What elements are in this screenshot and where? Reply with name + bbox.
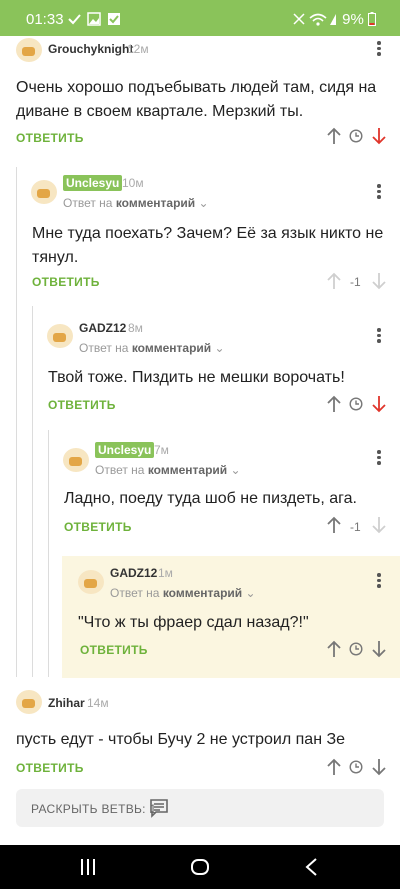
avatar[interactable] bbox=[16, 38, 42, 62]
chevron-down-icon: ⌄ bbox=[214, 341, 225, 355]
battery-percent: 9% bbox=[342, 11, 364, 28]
downvote-icon[interactable] bbox=[372, 272, 386, 290]
downvote-icon[interactable] bbox=[372, 758, 386, 776]
upvote-icon[interactable] bbox=[327, 640, 341, 658]
reply-button[interactable]: ОТВЕТИТЬ bbox=[64, 520, 132, 534]
comment-time: 8м bbox=[128, 321, 143, 335]
chevron-down-icon: ⌄ bbox=[230, 463, 241, 477]
comment-author[interactable]: Zhihar bbox=[48, 696, 85, 710]
more-options-icon[interactable] bbox=[376, 573, 382, 589]
more-options-icon[interactable] bbox=[376, 450, 382, 466]
comment-text: Ладно, поеду туда шоб не пиздеть, ага. bbox=[64, 490, 357, 507]
reply-button[interactable]: ОТВЕТИТЬ bbox=[32, 275, 100, 289]
avatar[interactable] bbox=[63, 448, 89, 472]
comment-author[interactable]: Grouchyknight bbox=[48, 42, 133, 56]
comment-text: Очень хорошо подъебывать людей там, сидя… bbox=[16, 79, 377, 120]
comment-1: Grouchyknight 12м Очень хорошо подъебыва… bbox=[0, 36, 400, 156]
recent-apps-icon[interactable] bbox=[80, 858, 96, 876]
comment-time: 1м bbox=[158, 566, 173, 580]
status-right: 9% bbox=[292, 11, 376, 28]
clock-icon[interactable] bbox=[349, 760, 363, 774]
score-value: -1 bbox=[350, 520, 361, 534]
comment-3: GADZ12 8м Ответ на комментарий ⌄ Твой то… bbox=[0, 314, 400, 424]
notification-icon-row bbox=[68, 12, 120, 26]
reply-button[interactable]: ОТВЕТИТЬ bbox=[80, 643, 148, 657]
avatar[interactable] bbox=[47, 324, 73, 348]
comment-author[interactable]: Unclesyu bbox=[63, 175, 123, 191]
reply-to-line[interactable]: Ответ на комментарий ⌄ bbox=[95, 463, 241, 477]
score-value: -1 bbox=[350, 275, 361, 289]
downvote-icon[interactable] bbox=[372, 516, 386, 534]
reply-button[interactable]: ОТВЕТИТЬ bbox=[48, 398, 116, 412]
downvote-icon[interactable] bbox=[372, 640, 386, 658]
signal-wifi-icon bbox=[293, 13, 336, 26]
comment-2: Unclesyu 10м Ответ на комментарий ⌄ Мне … bbox=[0, 168, 400, 298]
reply-button[interactable]: ОТВЕТИТЬ bbox=[16, 131, 84, 145]
battery-icon bbox=[368, 12, 376, 26]
more-options-icon[interactable] bbox=[376, 184, 382, 200]
comment-time: 14м bbox=[87, 696, 109, 710]
comment-text: "Что ж ты фраер сдал назад?!" bbox=[78, 614, 309, 631]
clock-icon[interactable] bbox=[349, 397, 363, 411]
upvote-icon[interactable] bbox=[327, 272, 341, 290]
status-time: 01:33 bbox=[26, 11, 64, 28]
home-icon[interactable] bbox=[190, 857, 210, 877]
downvote-icon[interactable] bbox=[372, 127, 386, 145]
upvote-icon[interactable] bbox=[327, 395, 341, 413]
comment-text: пусть едут - чтобы Бучу 2 не устроил пан… bbox=[16, 731, 346, 748]
downvote-icon[interactable] bbox=[372, 395, 386, 413]
comment-author[interactable]: Unclesyu bbox=[95, 442, 155, 458]
avatar[interactable] bbox=[31, 180, 57, 204]
comment-time: 10м bbox=[122, 176, 144, 190]
system-nav-bar bbox=[0, 845, 400, 889]
chevron-down-icon: ⌄ bbox=[198, 196, 209, 210]
reply-to-line[interactable]: Ответ на комментарий ⌄ bbox=[63, 196, 209, 210]
clock-icon[interactable] bbox=[349, 129, 363, 143]
comment-5-highlighted: GADZ12 1м Ответ на комментарий ⌄ "Что ж … bbox=[62, 556, 400, 678]
avatar[interactable] bbox=[78, 570, 104, 594]
upvote-icon[interactable] bbox=[327, 516, 341, 534]
comment-author[interactable]: GADZ12 bbox=[110, 566, 157, 580]
more-options-icon[interactable] bbox=[376, 41, 382, 57]
comment-6: Zhihar 14м пусть едут - чтобы Бучу 2 не … bbox=[0, 688, 400, 783]
comment-time: 12м bbox=[127, 42, 149, 56]
comment-text: Твой тоже. Пиздить не мешки ворочать! bbox=[48, 369, 345, 386]
back-icon[interactable] bbox=[304, 857, 318, 877]
upvote-icon[interactable] bbox=[327, 127, 341, 145]
comment-bubble-icon bbox=[150, 799, 168, 818]
comment-author[interactable]: GADZ12 bbox=[79, 321, 126, 335]
expand-branch-label: РАСКРЫТЬ ВЕТВЬ: 1 bbox=[31, 802, 157, 816]
comment-time: 7м bbox=[154, 443, 169, 457]
clock-icon[interactable] bbox=[349, 642, 363, 656]
reply-to-line[interactable]: Ответ на комментарий ⌄ bbox=[110, 586, 256, 600]
notification-icons bbox=[68, 12, 128, 29]
reply-to-line[interactable]: Ответ на комментарий ⌄ bbox=[79, 341, 225, 355]
chevron-down-icon: ⌄ bbox=[245, 586, 256, 600]
status-bar: 01:33 9% bbox=[0, 0, 400, 36]
expand-branch-button[interactable]: РАСКРЫТЬ ВЕТВЬ: 1 bbox=[16, 789, 384, 827]
comment-4: Unclesyu 7м Ответ на комментарий ⌄ Ладно… bbox=[0, 438, 400, 538]
avatar[interactable] bbox=[16, 690, 42, 714]
reply-button[interactable]: ОТВЕТИТЬ bbox=[16, 761, 84, 775]
more-options-icon[interactable] bbox=[376, 328, 382, 344]
upvote-icon[interactable] bbox=[327, 758, 341, 776]
comment-text: Мне туда поехать? Зачем? Её за язык никт… bbox=[32, 225, 384, 266]
